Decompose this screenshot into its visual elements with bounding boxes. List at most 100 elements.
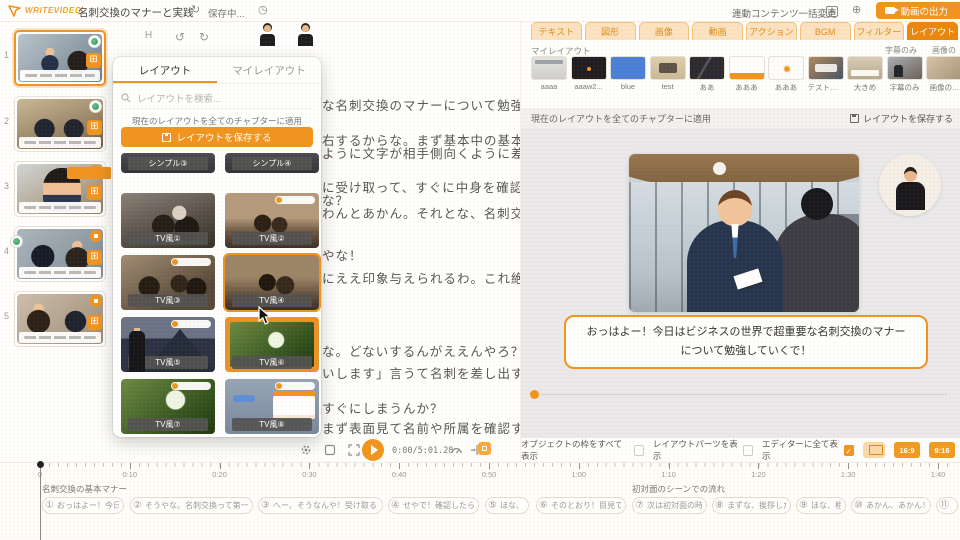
layout-grid-button[interactable]: ⊞ xyxy=(87,250,102,265)
scene-card-2[interactable]: ⊞ xyxy=(14,96,106,152)
translate-icon[interactable]: A xyxy=(826,6,838,17)
layout-tile-TV風④[interactable]: TV風④ xyxy=(225,255,319,310)
popup-tab-レイアウト[interactable]: レイアウト xyxy=(113,57,217,83)
save-layout-button[interactable]: レイアウトを保存する xyxy=(850,112,953,125)
layout-tile-simple[interactable]: シンプル④ xyxy=(225,153,319,173)
tab-BGM[interactable]: BGM xyxy=(800,22,851,40)
globe-icon[interactable]: ⊕ xyxy=(852,4,861,17)
scrubber-handle[interactable] xyxy=(530,390,539,399)
layout-tile-TV風②[interactable]: TV風② xyxy=(225,193,319,248)
layout-grid-button[interactable]: ⊞ xyxy=(87,120,102,135)
view-option-checkbox[interactable]: ✓ xyxy=(844,445,854,456)
scene-card-3[interactable]: ⊞ xyxy=(14,161,106,217)
sync-content-label[interactable]: 連動コンテンツ一括変更 xyxy=(732,6,837,20)
my-layout-item[interactable]: テスト会社 xyxy=(808,56,844,93)
panel-handle[interactable] xyxy=(478,442,491,455)
timeline-segment[interactable]: ④せやで！確認したらちゃ... xyxy=(388,497,479,514)
popup-save-layout-button[interactable]: レイアウトを保存する xyxy=(121,127,313,147)
layout-tile-TV風③[interactable]: TV風③ xyxy=(121,255,215,310)
layout-tile-TV風⑧[interactable]: TV風⑧ xyxy=(225,379,319,434)
my-layout-item[interactable]: blue xyxy=(610,56,646,91)
layout-tile-TV風①[interactable]: TV風① xyxy=(121,193,215,248)
settings-gear-icon[interactable] xyxy=(300,444,312,456)
timeline[interactable]: 00:100:200:300:400:501:001:101:201:301:4… xyxy=(0,462,960,540)
refresh-icon[interactable]: ↻ xyxy=(191,4,200,17)
popup-tab-マイレイアウト[interactable]: マイレイアウト xyxy=(217,57,321,83)
play-button[interactable] xyxy=(362,439,384,461)
playhead-handle[interactable] xyxy=(37,461,44,468)
my-layout-item[interactable]: あああ xyxy=(729,56,765,93)
monitor-view-button[interactable] xyxy=(863,442,885,458)
scene-refresh-badge-icon[interactable] xyxy=(89,100,102,113)
character-2-icon[interactable] xyxy=(298,25,313,46)
tab-フィルター[interactable]: フィルター xyxy=(854,22,905,40)
undo-icon[interactable]: ↺ xyxy=(175,30,185,44)
tab-図形[interactable]: 図形 xyxy=(585,22,636,40)
my-layout-item[interactable]: test xyxy=(650,56,686,91)
my-layout-item[interactable]: 字幕のみ xyxy=(887,56,923,93)
popup-apply-all-link[interactable]: 現在のレイアウトを全てのチャプターに適用 xyxy=(113,115,321,127)
layout-tile-simple[interactable]: シンプル③ xyxy=(121,153,215,173)
project-title[interactable]: 名刺交換のマナーと実践 xyxy=(78,5,194,20)
scene-card-1[interactable]: ⊞ xyxy=(14,30,106,86)
script-text-line[interactable]: すぐにしまうんか？ xyxy=(322,398,444,417)
preview-scrubber[interactable] xyxy=(533,394,947,395)
scene-card-4[interactable]: ⊞ xyxy=(14,226,106,282)
timeline-segment[interactable]: ⑨ほな、相手... xyxy=(796,497,846,514)
view-option-checkbox[interactable] xyxy=(634,445,644,456)
layout-search-input[interactable]: レイアウトを検索... xyxy=(121,87,313,109)
export-video-button[interactable]: 動画の出力 xyxy=(876,2,960,19)
scene-flag-bar[interactable] xyxy=(67,167,111,179)
timeline-segment[interactable]: ⑩あかん、あかん！相手の名... xyxy=(851,497,931,514)
timeline-segment[interactable]: ⑪なる... xyxy=(936,497,958,514)
timeline-segment[interactable]: ⑤ほな、相... xyxy=(485,497,529,514)
my-layout-item[interactable]: aaaw2... xyxy=(571,56,607,91)
timeline-segment[interactable]: ⑥そのとおり！目見て笑... xyxy=(536,497,626,514)
layout-grid-button[interactable]: ⊞ xyxy=(86,53,101,68)
my-layout-item[interactable]: 大きめ xyxy=(847,56,883,93)
scene-refresh-badge-icon[interactable] xyxy=(88,35,101,48)
scene-status-badge-icon[interactable] xyxy=(90,295,102,307)
timeline-segment[interactable]: ⑦次は初対面の時の... xyxy=(632,497,707,514)
fullscreen-icon[interactable] xyxy=(348,444,360,456)
timeline-segment[interactable]: ①おっはよー！今日はビ... xyxy=(42,497,124,514)
timeline-segment[interactable]: ③へー、そうなんや！受け取るときも両... xyxy=(258,497,383,514)
timeline-chapter-label[interactable]: 初対面のシーンでの流れ xyxy=(632,483,725,495)
tab-動画[interactable]: 動画 xyxy=(692,22,743,40)
playback-speed-icon[interactable] xyxy=(450,444,463,456)
scene-card-5[interactable]: ⊞ xyxy=(14,291,106,347)
scene-status-badge-icon[interactable] xyxy=(90,230,102,242)
redo-icon[interactable]: ↻ xyxy=(199,30,209,44)
my-layout-item[interactable]: ああ xyxy=(689,56,725,93)
script-text-line[interactable]: やな！ xyxy=(322,245,363,264)
tab-テキスト[interactable]: テキスト xyxy=(531,22,582,40)
scene-refresh-badge-icon[interactable] xyxy=(10,235,23,248)
my-layout-item[interactable]: aaaa xyxy=(531,56,567,91)
timeline-segment[interactable]: ⑧まずな、挨拶した後... xyxy=(712,497,791,514)
tab-アクション[interactable]: アクション xyxy=(746,22,797,40)
tab-レイアウト[interactable]: レイアウト xyxy=(907,22,958,40)
video-preview-canvas[interactable]: おっはよー！今日はビジネスの世界で超重要な名刺交換のマナーについて勉強していくで… xyxy=(521,128,960,438)
layout-tile-TV風⑤[interactable]: TV風⑤ xyxy=(121,317,215,372)
preview-image[interactable] xyxy=(629,154,859,312)
layout-tile-TV風⑦[interactable]: TV風⑦ xyxy=(121,379,215,434)
playhead-line[interactable] xyxy=(40,463,41,540)
my-layout-item[interactable]: 画像の... xyxy=(926,56,960,93)
presenter-avatar[interactable] xyxy=(879,154,941,216)
script-text-line[interactable]: な。どないするんがええんやろ？ xyxy=(322,341,524,360)
history-icon[interactable]: ◷ xyxy=(258,4,268,17)
aspect-ratio-button-9:16[interactable]: 9:16 xyxy=(929,442,955,458)
layout-tile-TV風⑥[interactable]: TV風⑥ xyxy=(225,317,319,372)
aspect-ratio-button-16:9[interactable]: 16:9 xyxy=(894,442,920,458)
timeline-chapter-label[interactable]: 名刺交換の基本マナー xyxy=(42,483,127,495)
my-layout-item[interactable]: あああ xyxy=(768,56,804,93)
view-option-checkbox[interactable] xyxy=(743,445,753,456)
layout-grid-button[interactable]: ⊞ xyxy=(87,315,102,330)
timeline-segment[interactable]: ②そうやな。名刺交換って第一印象めっ... xyxy=(130,497,253,514)
tab-画像[interactable]: 画像 xyxy=(639,22,690,40)
app-logo[interactable]: WRITEVIDEO xyxy=(8,4,82,17)
character-1-icon[interactable] xyxy=(260,25,275,46)
apply-all-chapters-link[interactable]: 現在のレイアウトを全てのチャプターに適用 xyxy=(531,112,711,125)
heading-icon[interactable]: H xyxy=(145,30,152,41)
frame-icon[interactable] xyxy=(324,444,336,456)
